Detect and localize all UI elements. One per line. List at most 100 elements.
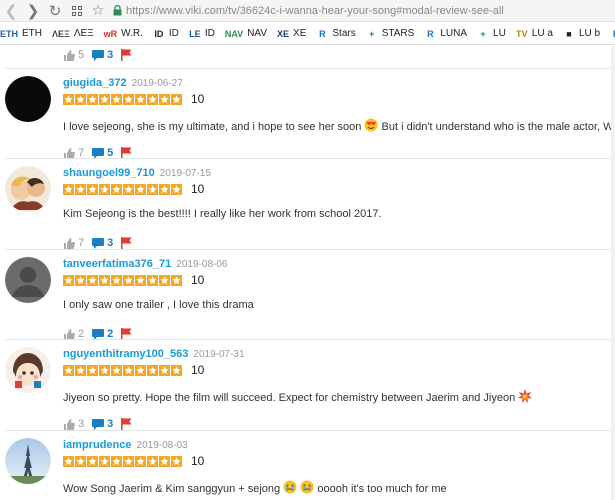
- bookmark-favicon-icon: ID: [154, 28, 164, 39]
- bookmark-label: Stars: [332, 28, 356, 39]
- bookmark-item[interactable]: TV LU a: [516, 28, 553, 40]
- bookmark-favicon-icon: wR: [103, 28, 118, 39]
- bookmark-label: STARS: [381, 28, 415, 39]
- comment-icon: [92, 328, 105, 340]
- bookmark-label: LUNA: [440, 28, 468, 39]
- bookmarks-bar: ETH ETH ΛΕΞ ΛΕΞ wR W.R. ID ID LE ID NAV NAV XE XE R Sta…: [0, 23, 615, 45]
- star-icon: [135, 274, 146, 286]
- bookmark-item[interactable]: XE XE: [277, 28, 306, 40]
- comment-icon: [92, 147, 105, 159]
- bookmark-label: ID: [204, 28, 215, 39]
- avatar[interactable]: [5, 438, 51, 484]
- star-icon: [63, 183, 74, 195]
- username-link[interactable]: shaungoel99_710 2019-07-15: [63, 167, 211, 179]
- username-link[interactable]: iamprudence 2019-08-03: [63, 439, 188, 451]
- star-icon: [159, 364, 170, 376]
- scrollbar[interactable]: [611, 46, 615, 500]
- reload-icon[interactable]: ↻: [44, 0, 66, 22]
- back-icon[interactable]: ❮: [0, 0, 22, 22]
- like-button[interactable]: 7: [63, 237, 84, 249]
- username-link[interactable]: nguyenthitramy100_563 2019-07-31: [63, 348, 245, 360]
- review-item: giugida_372 2019-06-27 10 I love sejeong, …: [0, 68, 615, 159]
- bookmark-item[interactable]: NAV NAV: [225, 28, 267, 40]
- star-icon: [135, 364, 146, 376]
- avatar[interactable]: [5, 76, 51, 122]
- star-icon: [63, 93, 74, 105]
- thumbs-up-icon: [64, 49, 75, 61]
- url-field[interactable]: https://www.viki.com/tv/36624c-i-wanna-h…: [126, 5, 504, 17]
- bookmark-item[interactable]: ΛΕΞ ΛΕΞ: [52, 28, 94, 40]
- reply-button[interactable]: 3: [92, 418, 113, 430]
- bookmark-label: LU: [493, 28, 506, 39]
- bookmark-item[interactable]: ID ID: [153, 28, 179, 40]
- bookmark-item[interactable]: ETH ETH: [0, 28, 42, 40]
- flag-button[interactable]: [121, 237, 135, 249]
- flag-button[interactable]: [121, 49, 135, 61]
- bookmark-label: ETH: [22, 28, 42, 39]
- star-icon: [123, 93, 134, 105]
- thumbs-up-icon: [64, 418, 75, 430]
- bookmark-item[interactable]: ■ LU b: [563, 28, 600, 40]
- bookmark-item[interactable]: R Stars: [316, 28, 356, 40]
- bookmark-item[interactable]: LE ID: [189, 28, 215, 40]
- rating-stars: 10: [63, 273, 204, 287]
- rating-score: 10: [191, 363, 205, 377]
- bookmark-item[interactable]: wR W.R.: [104, 28, 143, 40]
- rating-stars: 10: [63, 92, 204, 106]
- bookmark-item[interactable]: + STARS: [366, 28, 415, 40]
- review-item: iamprudence 2019-08-03 10 Wow Song Jaerim …: [0, 430, 615, 500]
- flag-button[interactable]: [121, 418, 135, 430]
- avatar[interactable]: [5, 257, 51, 303]
- loudly-crying-emoji-icon: [300, 480, 314, 494]
- review-text: Wow Song Jaerim & Kim sanggyun + sejong …: [63, 480, 447, 495]
- star-icon: [159, 455, 170, 467]
- forward-icon[interactable]: ❯: [22, 0, 44, 22]
- like-count: 3: [78, 418, 85, 430]
- bookmark-star-icon[interactable]: ☆: [88, 2, 108, 19]
- star-icon: [111, 93, 122, 105]
- review-text: I only saw one trailer , I love this dra…: [63, 299, 254, 311]
- like-button[interactable]: 3: [63, 418, 84, 430]
- apps-grid-icon[interactable]: [66, 0, 88, 22]
- bookmark-item[interactable]: + LU: [477, 28, 506, 40]
- star-icon: [87, 364, 98, 376]
- username: shaungoel99_710: [63, 167, 155, 179]
- bookmark-item[interactable]: RSONG: [610, 28, 615, 40]
- review-date: 2019-08-06: [176, 259, 228, 270]
- star-icon: [111, 364, 122, 376]
- browser-address-bar: ❮ ❯ ↻ ☆ https://www.viki.com/tv/36624c-i…: [0, 0, 615, 22]
- username-link[interactable]: giugida_372 2019-06-27: [63, 77, 183, 89]
- star-icon: [123, 364, 134, 376]
- bookmark-item[interactable]: R LUNA: [424, 28, 467, 40]
- star-icon: [75, 93, 86, 105]
- star-icon: [135, 93, 146, 105]
- star-icon: [171, 364, 182, 376]
- thumbs-up-icon: [64, 328, 75, 340]
- star-icon: [87, 93, 98, 105]
- star-icon: [135, 183, 146, 195]
- flag-icon: [121, 418, 132, 430]
- username-link[interactable]: tanveerfatima376_71 2019-08-06: [63, 258, 227, 270]
- thumbs-up-icon: [64, 237, 75, 249]
- review-item: shaungoel99_710 2019-07-15 10 Kim Sejeong …: [0, 158, 615, 249]
- bookmark-favicon-icon: ΛΕΞ: [52, 28, 70, 39]
- bookmark-favicon-icon: NAV: [224, 28, 244, 39]
- flag-icon: [121, 237, 132, 249]
- bookmark-favicon-icon: +: [480, 28, 486, 39]
- star-icon: [135, 455, 146, 467]
- review-actions: 73: [63, 237, 143, 249]
- review-date: 2019-07-31: [193, 349, 245, 360]
- star-icon: [171, 455, 182, 467]
- comment-icon: [92, 237, 105, 249]
- like-button[interactable]: 5: [63, 49, 84, 61]
- avatar[interactable]: [5, 166, 51, 212]
- rating-stars: 10: [63, 363, 204, 377]
- reply-button[interactable]: 3: [92, 237, 113, 249]
- review-text-main: Wow Song Jaerim & Kim sanggyun + sejong: [63, 483, 281, 495]
- avatar[interactable]: [5, 347, 51, 393]
- review-item: nguyenthitramy100_563 2019-07-31 10 Jiyeon…: [0, 339, 615, 430]
- bookmark-label: NAV: [247, 28, 268, 39]
- reply-button[interactable]: 3: [92, 49, 113, 61]
- bookmark-label: LU b: [578, 28, 601, 39]
- star-icon: [63, 274, 74, 286]
